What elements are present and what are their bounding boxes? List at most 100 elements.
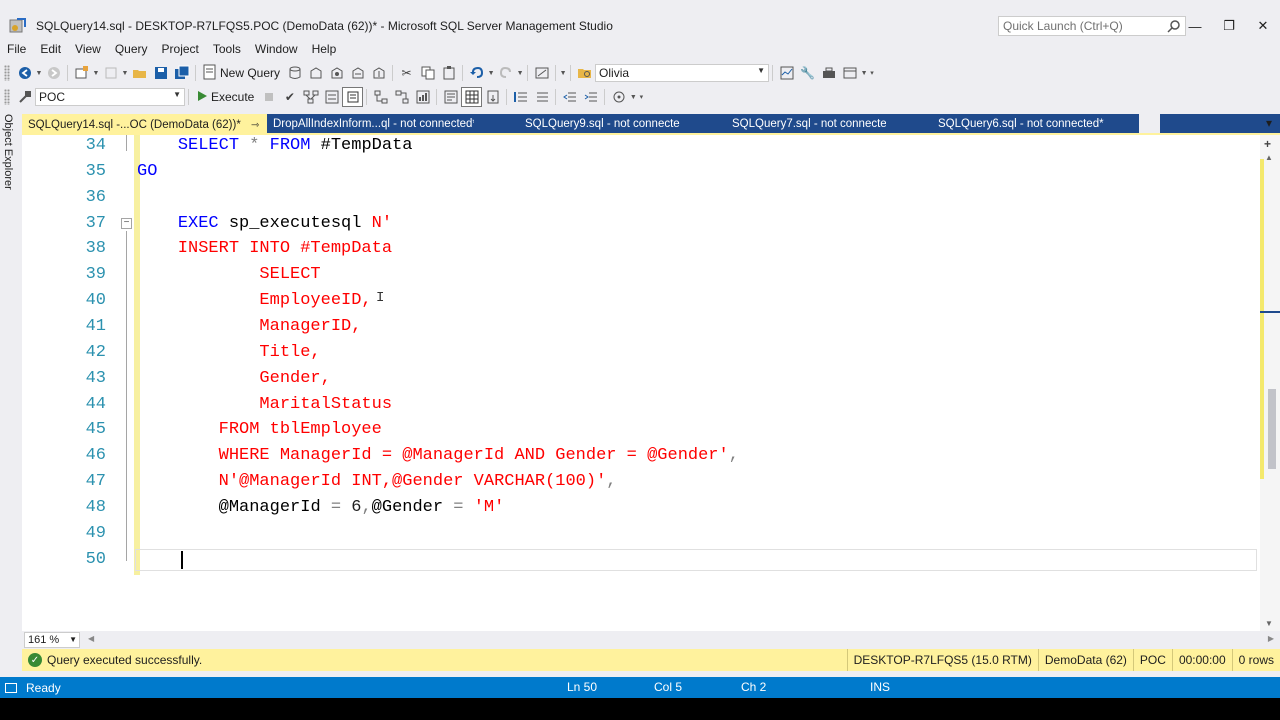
wrench-icon[interactable]: 🔧 — [797, 63, 818, 83]
add-item-icon[interactable] — [100, 63, 121, 83]
scrollbar-thumb[interactable] — [1268, 389, 1276, 469]
chevron-down-icon[interactable]: ▼ — [92, 70, 100, 77]
include-actual-plan-icon[interactable] — [370, 87, 391, 107]
database-engine-query-icon[interactable] — [284, 63, 305, 83]
code-line[interactable]: 34 SELECT * FROM #TempData — [22, 135, 1260, 159]
code-line[interactable]: 39 SELECT — [22, 262, 1260, 288]
code-line[interactable]: 41 ManagerID, — [22, 314, 1260, 340]
chevron-down-icon[interactable]: ▼ — [860, 70, 868, 77]
execute-button[interactable]: Execute — [192, 87, 258, 107]
chevron-down-icon[interactable]: ▼ — [35, 70, 43, 77]
quick-launch-input[interactable]: Quick Launch (Ctrl+Q) — [998, 16, 1186, 36]
code-line[interactable]: 48 @ManagerId = 6,@Gender = 'M' — [22, 495, 1260, 521]
screenshot-icon[interactable] — [531, 63, 552, 83]
save-icon[interactable] — [150, 63, 171, 83]
split-editor-icon[interactable]: + — [1264, 137, 1271, 151]
menu-window[interactable]: Window — [248, 39, 305, 60]
find-in-files-icon[interactable] — [574, 63, 595, 83]
results-to-grid-icon[interactable] — [461, 87, 483, 107]
menu-project[interactable]: Project — [155, 39, 206, 60]
results-to-text-icon[interactable] — [342, 87, 364, 107]
code-line[interactable]: 45 FROM tblEmployee — [22, 417, 1260, 443]
code-line[interactable]: 42 Title, — [22, 340, 1260, 366]
window-layout-icon[interactable] — [839, 63, 860, 83]
open-folder-icon[interactable] — [129, 63, 150, 83]
results-to-text-mode-icon[interactable] — [440, 87, 461, 107]
toolbox-icon[interactable] — [818, 63, 839, 83]
tab-dropallindexinform[interactable]: DropAllIndexInform...ql - not connected* — [267, 114, 477, 134]
chevron-down-icon[interactable]: ▼ — [559, 70, 567, 77]
chevron-down-icon[interactable]: ▼ — [516, 70, 524, 77]
chevron-down-icon[interactable]: ▼ — [487, 70, 495, 77]
increase-indent-icon[interactable] — [580, 87, 601, 107]
toolbar-options-icon[interactable]: ▾ — [637, 93, 645, 101]
zoom-combo[interactable]: 161 % ▼ — [24, 632, 80, 648]
new-query-button[interactable]: New Query — [199, 63, 284, 83]
tab-sqlquery9[interactable]: SQLQuery9.sql - not connected* — [474, 114, 691, 134]
menu-view[interactable]: View — [68, 39, 108, 60]
code-line[interactable]: 47 N'@ManagerId INT,@Gender VARCHAR(100)… — [22, 469, 1260, 495]
copy-icon[interactable] — [417, 63, 438, 83]
analysis-xmla-query-icon[interactable] — [347, 63, 368, 83]
analysis-dmx-query-icon[interactable] — [326, 63, 347, 83]
analysis-dax-query-icon[interactable] — [368, 63, 389, 83]
close-button[interactable]: ✕ — [1246, 14, 1280, 38]
uncomment-icon[interactable] — [531, 87, 552, 107]
paste-icon[interactable] — [438, 63, 459, 83]
code-line[interactable]: 49 — [22, 521, 1260, 547]
activity-monitor-icon[interactable] — [776, 63, 797, 83]
specify-template-values-icon[interactable] — [608, 87, 629, 107]
parse-checkmark-icon[interactable]: ✔ — [279, 87, 300, 107]
chevron-down-icon[interactable]: ▼ — [629, 94, 637, 101]
live-query-stats-icon[interactable] — [391, 87, 412, 107]
menu-help[interactable]: Help — [305, 39, 344, 60]
toolbar-grip[interactable] — [4, 65, 10, 81]
code-line[interactable]: 44 MaritalStatus — [22, 392, 1260, 418]
display-estimated-plan-icon[interactable] — [300, 87, 321, 107]
sql-editor[interactable]: − 34 SELECT * FROM #TempData 35 GO 36 37 EXE… — [22, 135, 1260, 631]
comment-out-icon[interactable] — [510, 87, 531, 107]
vertical-scrollbar[interactable]: + ▲ ▼ — [1260, 135, 1280, 631]
forward-icon[interactable] — [43, 63, 64, 83]
decrease-indent-icon[interactable] — [559, 87, 580, 107]
scroll-up-icon[interactable]: ▲ — [1265, 153, 1273, 162]
redo-icon[interactable] — [495, 63, 516, 83]
menu-edit[interactable]: Edit — [33, 39, 68, 60]
back-icon[interactable] — [14, 63, 35, 83]
restore-button[interactable]: ❐ — [1212, 14, 1246, 38]
menu-file[interactable]: File — [0, 39, 33, 60]
new-project-icon[interactable] — [71, 63, 92, 83]
available-databases-combo[interactable]: POC ▼ — [35, 88, 185, 106]
code-line[interactable]: 36 — [22, 185, 1260, 211]
scroll-down-icon[interactable]: ▼ — [1265, 619, 1273, 628]
code-line[interactable]: 38 INSERT INTO #TempData — [22, 236, 1260, 262]
minimize-button[interactable]: — — [1178, 14, 1212, 38]
save-all-icon[interactable] — [171, 63, 192, 83]
code-line[interactable]: 35 GO — [22, 159, 1260, 185]
menu-tools[interactable]: Tools — [206, 39, 248, 60]
code-line[interactable]: 50 — [22, 547, 1260, 573]
code-line[interactable]: 43 Gender, — [22, 366, 1260, 392]
chevron-down-icon[interactable]: ▼ — [121, 70, 129, 77]
tabs-dropdown-icon[interactable]: ▾ — [1266, 116, 1272, 130]
tab-sqlquery7[interactable]: SQLQuery7.sql - not connected* — [680, 114, 898, 134]
analysis-mdx-query-icon[interactable] — [305, 63, 326, 83]
query-options-icon[interactable] — [321, 87, 342, 107]
stop-icon[interactable] — [258, 87, 279, 107]
user-combo[interactable]: Olivia ▼ — [595, 64, 770, 82]
cut-icon[interactable]: ✂ — [396, 63, 417, 83]
menu-query[interactable]: Query — [108, 39, 155, 60]
code-line[interactable]: 46 WHERE ManagerId = @ManagerId AND Gend… — [22, 443, 1260, 469]
tab-sqlquery14[interactable]: SQLQuery14.sql -...OC (DemoData (62))* ⇾… — [22, 114, 277, 134]
toolbar-grip[interactable] — [4, 89, 10, 105]
object-explorer-tab[interactable]: Object Explorer — [2, 114, 18, 204]
undo-icon[interactable] — [466, 63, 487, 83]
client-statistics-icon[interactable] — [412, 87, 433, 107]
code-line[interactable]: 40 EmployeeID, — [22, 288, 1260, 314]
scroll-left-icon[interactable]: ◀ — [88, 634, 94, 643]
code-line[interactable]: 37 EXEC sp_executesql N' — [22, 211, 1260, 237]
results-to-file-icon[interactable] — [482, 87, 503, 107]
toolbar-options-icon[interactable]: ▾ — [868, 69, 876, 77]
pin-icon[interactable]: ⇾ — [251, 120, 259, 131]
scroll-right-icon[interactable]: ▶ — [1268, 634, 1274, 643]
